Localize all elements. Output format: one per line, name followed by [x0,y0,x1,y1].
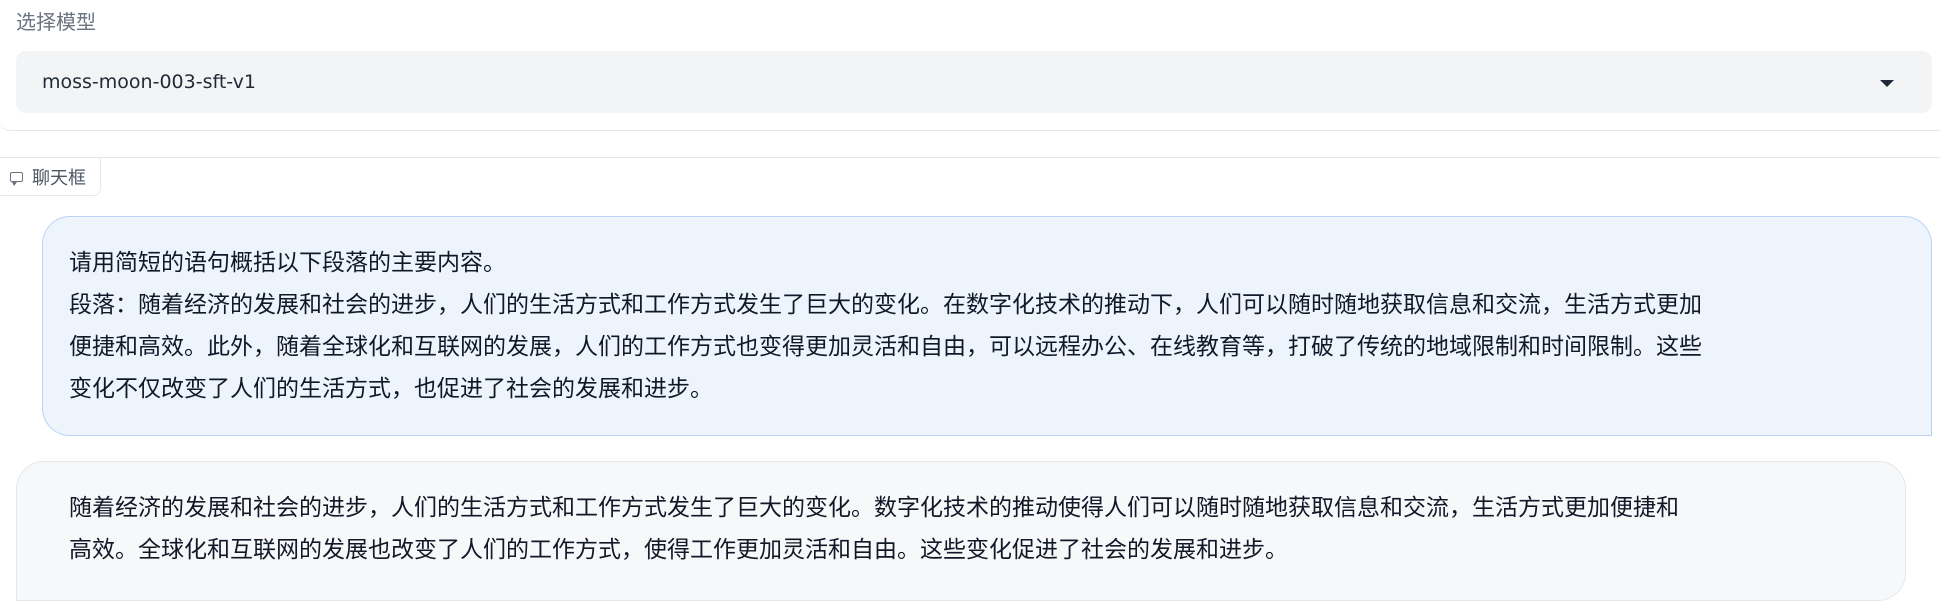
message-line: 随着经济的发展和社会的进步，人们的生活方式和工作方式发生了巨大的变化。数字化技术… [69,495,1679,521]
message-line: 段落：随着经济的发展和社会的进步，人们的生活方式和工作方式发生了巨大的变化。在数… [69,292,1702,318]
model-dropdown-value: moss-moon-003-sft-v1 [42,71,256,93]
model-selector-label: 选择模型 [16,10,96,34]
chevron-down-icon[interactable] [1880,80,1894,87]
chatbot-panel: 聊天框 请用简短的语句概括以下段落的主要内容。 段落：随着经济的发展和社会的进步… [0,157,1940,601]
user-message: 请用简短的语句概括以下段落的主要内容。 段落：随着经济的发展和社会的进步，人们的… [42,216,1932,436]
message-line: 变化不仅改变了人们的生活方式，也促进了社会的发展和进步。 [69,376,713,402]
model-dropdown[interactable]: moss-moon-003-sft-v1 [16,51,1932,113]
chat-icon [10,171,23,186]
model-selector-panel: 选择模型 moss-moon-003-sft-v1 [0,0,1940,131]
message-line: 请用简短的语句概括以下段落的主要内容。 [69,250,506,276]
message-line: 高效。全球化和互联网的发展也改变了人们的工作方式，使得工作更加灵活和自由。这些变… [69,537,1288,563]
message-line: 便捷和高效。此外，随着全球化和互联网的发展，人们的工作方式也变得更加灵活和自由，… [69,334,1702,360]
bot-message: 随着经济的发展和社会的进步，人们的生活方式和工作方式发生了巨大的变化。数字化技术… [16,461,1906,601]
chatbot-label: 聊天框 [0,158,101,196]
chatbot-label-text: 聊天框 [32,167,86,189]
